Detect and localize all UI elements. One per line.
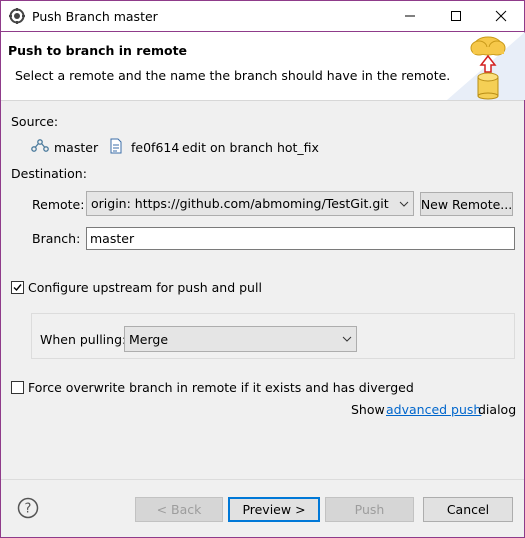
cancel-button[interactable]: Cancel (423, 497, 513, 522)
force-overwrite-label: Force overwrite branch in remote if it e… (28, 380, 414, 395)
push-to-cloud-icon (447, 32, 525, 100)
preview-button[interactable]: Preview > (228, 497, 320, 522)
source-commit-message: edit on branch hot_fix (182, 140, 319, 155)
banner-message: Select a remote and the name the branch … (15, 68, 451, 83)
source-commit-id: fe0f614 (131, 140, 180, 155)
advanced-push-link[interactable]: advanced push (386, 402, 481, 417)
branch-input[interactable] (86, 227, 515, 250)
chevron-down-icon (395, 192, 413, 215)
minimize-button[interactable] (387, 1, 433, 31)
window-title: Push Branch master (32, 9, 158, 24)
push-button[interactable]: Push (325, 497, 414, 522)
source-branch-name: master (54, 140, 99, 155)
checkmark-icon (13, 284, 22, 292)
branch-label: Branch: (32, 231, 81, 246)
chevron-down-icon (338, 327, 356, 351)
push-branch-dialog: Push Branch master Push to branch in rem… (0, 0, 525, 538)
force-overwrite-checkbox[interactable] (11, 381, 24, 394)
back-button[interactable]: < Back (135, 497, 223, 522)
eclipse-gear-icon (9, 8, 25, 24)
branch-icon (31, 139, 49, 152)
close-button[interactable] (478, 1, 524, 31)
remote-select-value: origin: https://github.com/abmoming/Test… (91, 196, 389, 211)
commit-icon (110, 138, 122, 154)
new-remote-button[interactable]: New Remote... (420, 192, 513, 216)
banner-title: Push to branch in remote (8, 43, 188, 58)
help-icon[interactable]: ? (17, 497, 39, 519)
when-pulling-value: Merge (129, 331, 169, 347)
title-bar: Push Branch master (1, 1, 524, 32)
source-label: Source: (11, 114, 59, 129)
svg-text:?: ? (25, 502, 32, 517)
show-text: Show (351, 402, 385, 417)
upstream-label: Configure upstream for push and pull (28, 280, 262, 295)
close-icon (495, 10, 507, 22)
when-pulling-select[interactable]: Merge (124, 326, 357, 352)
remote-select[interactable]: origin: https://github.com/abmoming/Test… (86, 191, 414, 216)
maximize-icon (451, 11, 461, 21)
minimize-icon (405, 15, 415, 17)
dialog-text: dialog (478, 402, 517, 417)
remote-label: Remote: (32, 197, 85, 212)
when-pulling-label: When pulling: (40, 332, 127, 347)
footer-divider (1, 479, 524, 480)
maximize-button[interactable] (433, 1, 479, 31)
destination-label: Destination: (11, 166, 87, 181)
upstream-checkbox[interactable] (11, 281, 24, 294)
wizard-banner: Push to branch in remote Select a remote… (1, 32, 525, 101)
